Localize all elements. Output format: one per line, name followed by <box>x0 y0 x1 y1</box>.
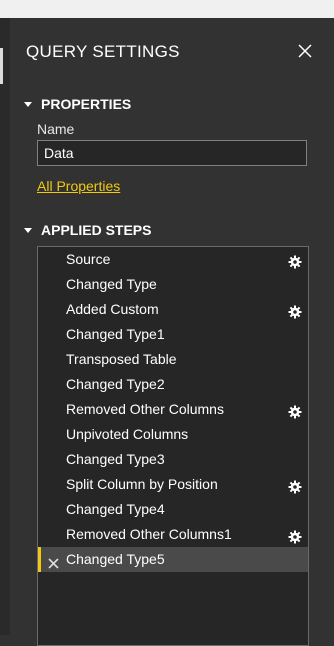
delete-step-icon[interactable] <box>47 553 60 569</box>
step-label: Unpivoted Columns <box>66 426 189 442</box>
step-label: Changed Type <box>66 276 157 292</box>
applied-steps-list: Source Changed Type Added Custom Changed Ty… <box>37 246 309 646</box>
step-label: Changed Type1 <box>66 326 165 342</box>
applied-steps-section-header[interactable]: APPLIED STEPS <box>24 222 151 238</box>
applied-steps-title: APPLIED STEPS <box>41 222 152 238</box>
query-settings-panel: QUERY SETTINGS PROPERTIES Name All Prope… <box>10 18 334 646</box>
gear-icon[interactable] <box>288 527 302 544</box>
step-item[interactable]: Added Custom <box>38 297 308 322</box>
properties-section-header[interactable]: PROPERTIES <box>24 96 131 112</box>
properties-title: PROPERTIES <box>41 96 132 112</box>
step-label: Changed Type2 <box>66 376 165 392</box>
top-strip <box>0 0 334 18</box>
step-item[interactable]: Changed Type4 <box>38 497 308 522</box>
step-label: Split Column by Position <box>66 476 218 492</box>
gear-icon[interactable] <box>288 402 302 419</box>
step-item[interactable]: Removed Other Columns <box>38 397 308 422</box>
panel-title: QUERY SETTINGS <box>26 42 180 61</box>
step-item[interactable]: Changed Type2 <box>38 372 308 397</box>
edge-marker <box>0 48 3 84</box>
step-item[interactable]: Changed Type5 <box>38 547 308 572</box>
step-label: Transposed Table <box>66 351 177 367</box>
collapse-triangle-icon <box>24 101 32 107</box>
step-item[interactable]: Changed Type <box>38 272 308 297</box>
step-item[interactable]: Changed Type3 <box>38 447 308 472</box>
step-item[interactable]: Unpivoted Columns <box>38 422 308 447</box>
step-item[interactable]: Source <box>38 247 308 272</box>
all-properties-link[interactable]: All Properties <box>37 178 120 194</box>
gear-icon[interactable] <box>288 252 302 269</box>
name-input[interactable] <box>37 140 307 166</box>
step-item[interactable]: Removed Other Columns1 <box>38 522 308 547</box>
step-label: Added Custom <box>66 301 159 317</box>
step-label: Changed Type4 <box>66 501 165 517</box>
step-item[interactable]: Split Column by Position <box>38 472 308 497</box>
collapse-triangle-icon <box>24 227 32 233</box>
gear-icon[interactable] <box>288 477 302 494</box>
close-icon[interactable] <box>294 40 316 62</box>
gear-icon[interactable] <box>288 302 302 319</box>
step-label: Removed Other Columns <box>66 401 224 417</box>
step-label: Changed Type3 <box>66 451 165 467</box>
step-item[interactable]: Transposed Table <box>38 347 308 372</box>
step-item[interactable]: Changed Type1 <box>38 322 308 347</box>
step-label: Changed Type5 <box>66 551 165 567</box>
left-edge-bar <box>0 18 10 635</box>
step-label: Source <box>66 251 111 267</box>
step-label: Removed Other Columns1 <box>66 526 232 542</box>
name-label: Name <box>37 121 75 137</box>
